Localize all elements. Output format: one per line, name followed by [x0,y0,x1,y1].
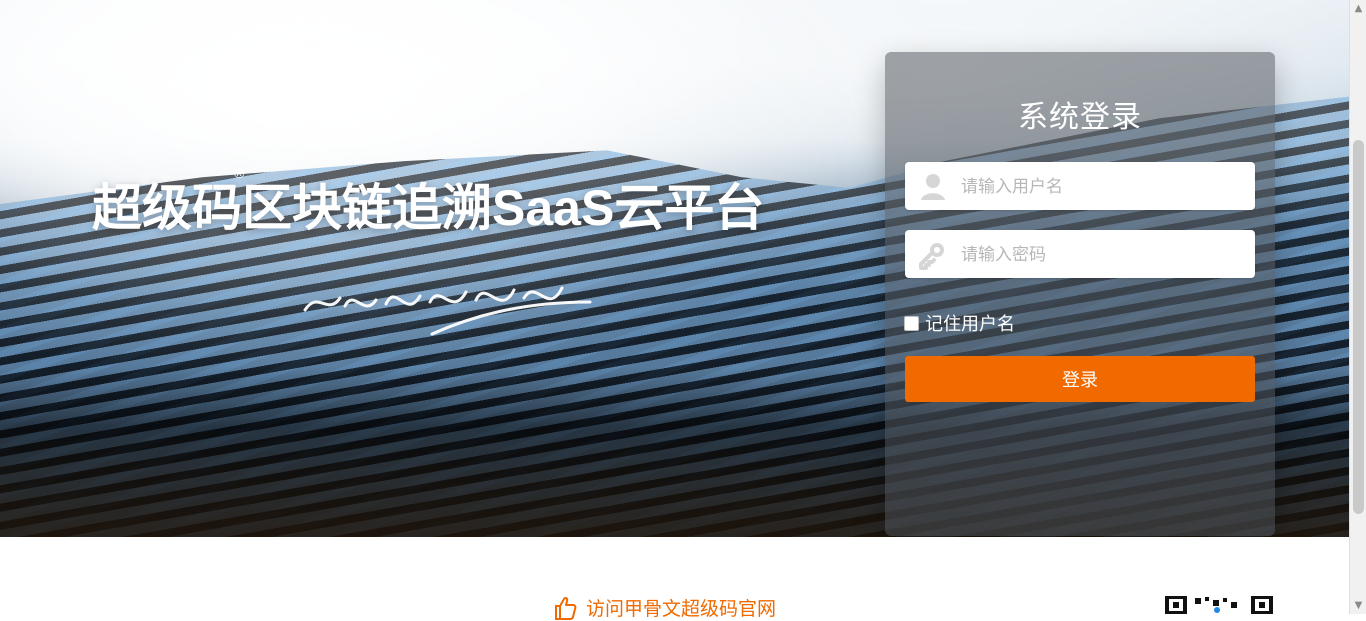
hero-banner: 超级码区块链追溯SaaS云平台 ® 系统登录 请输入用户名 记住用户名 登录 [0,0,1349,537]
page-scrollbar[interactable]: ▲ ▼ [1349,0,1366,614]
scroll-down-arrow-icon[interactable]: ▼ [1350,597,1366,614]
remember-username[interactable]: 记住用户名 [904,310,1015,336]
handwritten-slogan [303,286,592,336]
thumbs-up-icon [555,596,577,620]
password-field[interactable] [905,230,1255,278]
official-site-link-label: 访问甲骨文超级码官网 [586,598,777,620]
remember-checkbox[interactable] [904,315,919,331]
official-site-link[interactable]: 访问甲骨文超级码官网 [552,594,776,621]
qr-code-icon [1165,596,1273,614]
username-input[interactable] [959,162,1249,210]
registered-mark: ® [234,165,245,181]
login-panel: 系统登录 记住用户名 登录 [885,52,1275,536]
remember-label: 记住用户名 [925,314,1015,335]
scroll-up-arrow-icon[interactable]: ▲ [1350,0,1366,17]
login-button[interactable]: 登录 [905,356,1255,402]
password-input[interactable] [959,230,1249,278]
brand-title: 超级码区块链追溯SaaS云平台 [92,180,765,236]
login-title: 系统登录 [1018,100,1142,135]
scroll-thumb[interactable] [1353,140,1364,514]
user-icon [921,174,945,200]
key-icon [919,243,944,270]
username-field[interactable] [905,162,1255,210]
